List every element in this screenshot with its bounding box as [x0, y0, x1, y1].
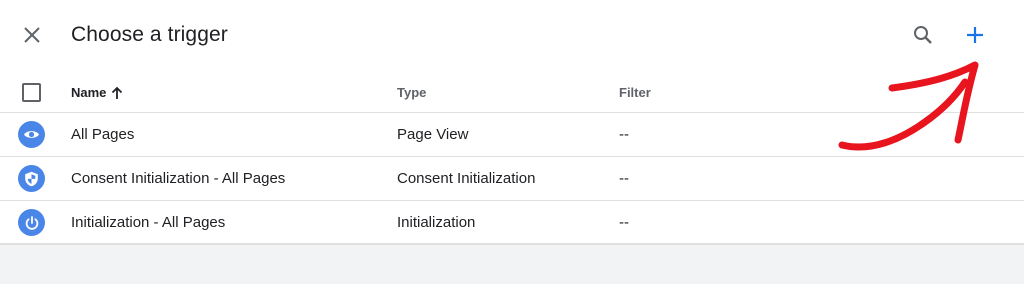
column-header-name-label: Name: [71, 85, 107, 100]
arrow-up-icon: [112, 86, 123, 99]
select-all-checkbox[interactable]: [22, 83, 41, 102]
table-header: Name Type Filter: [0, 72, 1024, 113]
dialog-header: Choose a trigger: [0, 0, 1024, 72]
trigger-filter: --: [619, 126, 629, 143]
trigger-filter: --: [619, 214, 629, 231]
close-button[interactable]: [17, 20, 47, 50]
trigger-filter: --: [619, 170, 629, 187]
close-icon: [24, 27, 40, 43]
trigger-type: Consent Initialization: [397, 170, 536, 187]
dialog-title: Choose a trigger: [71, 23, 228, 46]
power-icon: [18, 209, 45, 236]
eye-icon: [18, 121, 45, 148]
trigger-name: Initialization - All Pages: [71, 214, 226, 231]
trigger-picker-panel: Choose a trigger Name Type Filter All Pa…: [0, 0, 1024, 245]
trigger-name: All Pages: [71, 126, 135, 143]
add-trigger-button[interactable]: [960, 20, 990, 50]
plus-icon: [967, 27, 983, 43]
search-icon: [914, 26, 932, 44]
column-header-name[interactable]: Name: [71, 85, 124, 100]
trigger-type: Page View: [397, 126, 469, 143]
shield-icon: [18, 165, 45, 192]
search-button[interactable]: [908, 20, 938, 50]
trigger-name: Consent Initialization - All Pages: [71, 170, 286, 187]
table-row[interactable]: All Pages Page View --: [0, 113, 1024, 157]
trigger-type: Initialization: [397, 214, 476, 231]
table-row[interactable]: Initialization - All Pages Initializatio…: [0, 201, 1024, 245]
column-header-type: Type: [397, 85, 427, 100]
column-header-filter: Filter: [619, 85, 651, 100]
table-row[interactable]: Consent Initialization - All Pages Conse…: [0, 157, 1024, 201]
